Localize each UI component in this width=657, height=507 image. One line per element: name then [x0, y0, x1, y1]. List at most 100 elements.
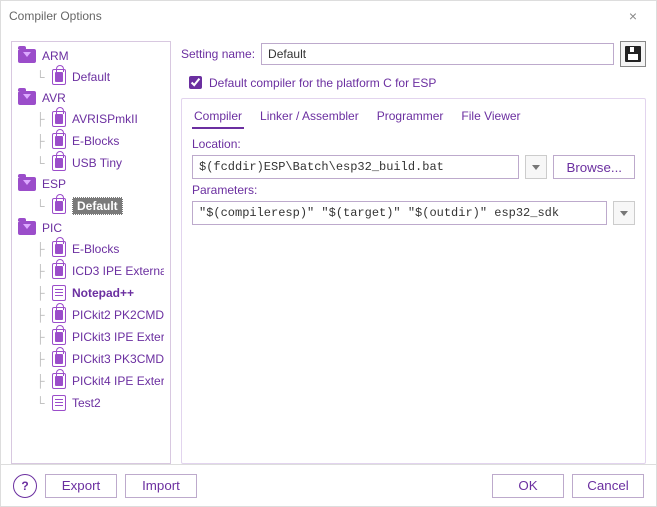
tree-item-label: Default: [72, 197, 164, 215]
tree-item[interactable]: ├ PICkit3 IPE External Power: [12, 326, 170, 348]
tree-folder-label: ESP: [42, 177, 164, 191]
tree-connector: ├: [36, 330, 46, 344]
document-icon: [52, 285, 66, 301]
tree-connector: └: [36, 70, 46, 84]
tree-item[interactable]: ├ AVRISPmkII: [12, 108, 170, 130]
location-dropdown-button[interactable]: [525, 155, 547, 179]
browse-button[interactable]: Browse...: [553, 155, 635, 179]
content-area: ARM└DefaultAVR├AVRISPmkII├E-Blocks└USB T…: [1, 31, 656, 464]
tab-file-viewer[interactable]: File Viewer: [459, 105, 522, 129]
lock-icon: [52, 263, 66, 279]
tree-item-label: PICkit3 IPE External Power: [72, 330, 164, 344]
chevron-down-icon: [620, 211, 628, 216]
footer: ? Export Import OK Cancel: [1, 464, 656, 506]
tab-body: Location: Browse... Parameters:: [182, 129, 645, 463]
disk-icon: [625, 46, 641, 62]
folder-icon: [18, 91, 36, 105]
tab-strip: Compiler Linker / Assembler Programmer File…: [182, 99, 645, 129]
tree-item[interactable]: ├E-Blocks: [12, 238, 170, 260]
tree-folder[interactable]: AVR: [12, 88, 170, 108]
tree-item-label: E-Blocks: [72, 242, 164, 256]
tree-folder[interactable]: ARM: [12, 46, 170, 66]
tree-folder[interactable]: PIC: [12, 218, 170, 238]
tree-item[interactable]: ├ E-Blocks: [12, 130, 170, 152]
tree-item-label: E-Blocks: [72, 134, 164, 148]
platform-tree[interactable]: ARM└DefaultAVR├AVRISPmkII├E-Blocks└USB T…: [11, 41, 171, 464]
tree-item[interactable]: ├ Notepad++: [12, 282, 170, 304]
tree-connector: ├: [36, 374, 46, 388]
tree-item-label: Notepad++: [72, 286, 164, 300]
folder-icon: [18, 177, 36, 191]
tree-item[interactable]: ├ ICD3 IPE External Power: [12, 260, 170, 282]
tree-connector: ├: [36, 112, 46, 126]
location-row: Browse...: [192, 155, 635, 179]
window-title: Compiler Options: [9, 9, 618, 23]
default-compiler-checkbox[interactable]: [189, 76, 202, 89]
tree-connector: └: [36, 156, 46, 170]
location-input[interactable]: [192, 155, 519, 179]
tree-item-label: PICkit2 PK2CMD: [72, 308, 164, 322]
ok-button[interactable]: OK: [492, 474, 564, 498]
default-compiler-label: Default compiler for the platform C for …: [209, 76, 436, 90]
cancel-button[interactable]: Cancel: [572, 474, 644, 498]
tree-item[interactable]: ├ PICkit3 PK3CMD: [12, 348, 170, 370]
import-button[interactable]: Import: [125, 474, 197, 498]
tree-connector: ├: [36, 286, 46, 300]
tree-folder-label: AVR: [42, 91, 164, 105]
lock-icon: [52, 69, 66, 85]
default-compiler-checkbox-row[interactable]: Default compiler for the platform C for …: [181, 73, 646, 92]
folder-icon: [18, 49, 36, 63]
parameters-label: Parameters:: [192, 183, 635, 197]
parameters-row: [192, 201, 635, 225]
tree-connector: ├: [36, 134, 46, 148]
tree-item[interactable]: └ Default: [12, 194, 170, 218]
titlebar: Compiler Options ×: [1, 1, 656, 31]
tab-linker-assembler[interactable]: Linker / Assembler: [258, 105, 361, 129]
lock-icon: [52, 241, 66, 257]
tree-item-label: PICkit4 IPE External Power: [72, 374, 164, 388]
settings-panel: Setting name: Default compiler for the p…: [181, 41, 646, 464]
setting-name-input[interactable]: [261, 43, 614, 65]
tabbed-section: Compiler Linker / Assembler Programmer File…: [181, 98, 646, 464]
chevron-down-icon: [532, 165, 540, 170]
tree-item[interactable]: └ Default: [12, 66, 170, 88]
lock-icon: [52, 329, 66, 345]
lock-icon: [52, 307, 66, 323]
tree-item-label: Default: [72, 70, 164, 84]
lock-icon: [52, 198, 66, 214]
tree-folder-label: ARM: [42, 49, 164, 63]
lock-icon: [52, 111, 66, 127]
save-button[interactable]: [620, 41, 646, 67]
lock-icon: [52, 133, 66, 149]
tab-programmer[interactable]: Programmer: [375, 105, 446, 129]
tree-connector: ├: [36, 264, 46, 278]
tree-item[interactable]: ├ PICkit4 IPE External Power: [12, 370, 170, 392]
tree-connector: └: [36, 199, 46, 213]
tree-item[interactable]: ├ PICkit2 PK2CMD: [12, 304, 170, 326]
tree-folder[interactable]: ESP: [12, 174, 170, 194]
lock-icon: [52, 155, 66, 171]
tree-connector: ├: [36, 308, 46, 322]
export-button[interactable]: Export: [45, 474, 117, 498]
tree-item-label: USB Tiny: [72, 156, 164, 170]
parameters-dropdown-button[interactable]: [613, 201, 635, 225]
help-button[interactable]: ?: [13, 474, 37, 498]
location-label: Location:: [192, 137, 635, 151]
lock-icon: [52, 351, 66, 367]
tree-item-label: PICkit3 PK3CMD: [72, 352, 164, 366]
folder-icon: [18, 221, 36, 235]
setting-name-label: Setting name:: [181, 47, 255, 61]
tree-item-label: AVRISPmkII: [72, 112, 164, 126]
tree-item-label: ICD3 IPE External Power: [72, 264, 164, 278]
tree-item[interactable]: └ Test2: [12, 392, 170, 414]
tree-connector: └: [36, 396, 46, 410]
tree-item[interactable]: └ USB Tiny: [12, 152, 170, 174]
document-icon: [52, 395, 66, 411]
close-icon[interactable]: ×: [618, 8, 648, 24]
lock-icon: [52, 373, 66, 389]
tree-folder-label: PIC: [42, 221, 164, 235]
parameters-input[interactable]: [192, 201, 607, 225]
tree-item-label: Test2: [72, 396, 164, 410]
tab-compiler[interactable]: Compiler: [192, 105, 244, 129]
tree-connector: ├: [36, 352, 46, 366]
